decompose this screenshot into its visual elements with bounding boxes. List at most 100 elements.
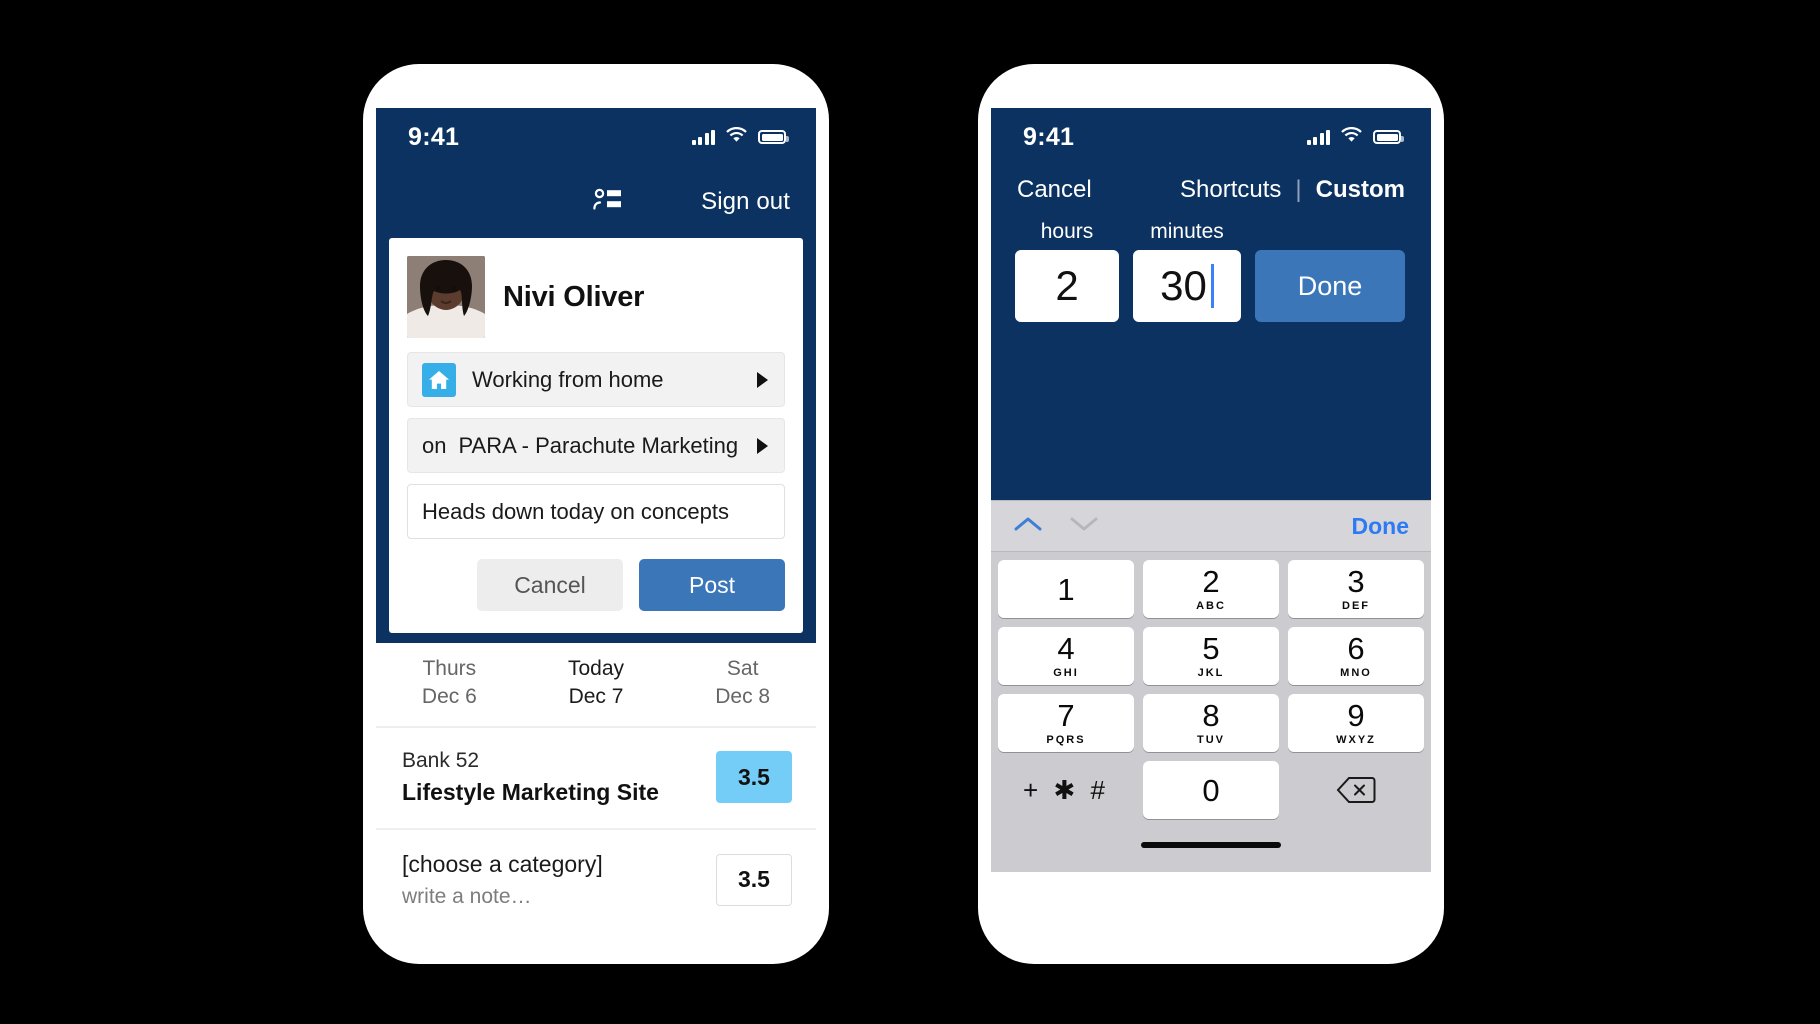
keyboard-accessory-bar: Done: [991, 500, 1431, 552]
compose-container: Nivi Oliver Working from home on PARA - …: [376, 238, 816, 643]
panel-spacer: [991, 322, 1431, 500]
left-status-bar: 9:41: [376, 108, 816, 166]
day-name: Today: [567, 657, 625, 680]
status-field-value: Working from home: [472, 366, 664, 392]
key-number: 5: [1202, 631, 1220, 666]
shortcuts-tab[interactable]: Shortcuts: [1180, 176, 1281, 204]
project-field-value: PARA - Parachute Marketing: [458, 432, 739, 458]
project-field[interactable]: on PARA - Parachute Marketing: [407, 418, 785, 473]
note-field-value: Heads down today on concepts: [422, 498, 729, 524]
right-status-bar: 9:41: [991, 108, 1431, 166]
compose-actions: Cancel Post: [407, 559, 785, 611]
key-letters: GHI: [1053, 667, 1079, 679]
key-letters: DEF: [1342, 600, 1370, 612]
keypad-row: + ✱ # 0: [998, 761, 1424, 819]
entry-list: Bank 52 Lifestyle Marketing Site 3.5 [ch…: [376, 727, 816, 920]
key-letters: TUV: [1197, 734, 1225, 746]
chevron-up-icon[interactable]: [1013, 515, 1043, 538]
key-0[interactable]: 0: [1143, 761, 1279, 819]
sign-out-button[interactable]: Sign out: [701, 188, 790, 216]
cellular-bars-icon: [1306, 129, 1330, 145]
mode-switch: Shortcuts | Custom: [1180, 176, 1405, 204]
compose-card: Nivi Oliver Working from home on PARA - …: [389, 238, 803, 633]
home-indicator: [998, 828, 1424, 862]
key-letters: ABC: [1196, 600, 1226, 612]
day-column-thurs[interactable]: Thurs Dec 6: [376, 655, 523, 712]
left-screen: 9:41 Sign out Nivi Oliver Working from h…: [376, 108, 816, 920]
hours-value: 2: [1055, 262, 1079, 309]
key-5[interactable]: 5 JKL: [1143, 627, 1279, 685]
status-icons: [691, 126, 789, 148]
key-number: 2: [1202, 564, 1220, 599]
key-letters: JKL: [1197, 667, 1225, 679]
list-item[interactable]: Bank 52 Lifestyle Marketing Site 3.5: [376, 728, 816, 831]
key-4[interactable]: 4 GHI: [998, 627, 1134, 685]
key-8[interactable]: 8 TUV: [1143, 694, 1279, 752]
chevron-right-icon: [757, 371, 768, 388]
done-button[interactable]: Done: [1255, 250, 1405, 322]
user-name: Nivi Oliver: [503, 280, 645, 313]
entry-project: Lifestyle Marketing Site: [402, 779, 659, 806]
entry-hours-badge[interactable]: 3.5: [716, 853, 792, 906]
key-3[interactable]: 3 DEF: [1288, 560, 1424, 618]
key-6[interactable]: 6 MNO: [1288, 627, 1424, 685]
day-date: Dec 7: [568, 685, 624, 709]
wifi-icon: [726, 126, 747, 148]
post-button[interactable]: Post: [639, 559, 785, 611]
time-picker-panel: Cancel Shortcuts | Custom hours 2 minute…: [991, 166, 1431, 500]
status-field[interactable]: Working from home: [407, 352, 785, 407]
key-1[interactable]: 1: [998, 560, 1134, 618]
people-list-icon[interactable]: [593, 188, 623, 217]
cellular-bars-icon: [691, 129, 715, 145]
status-icons: [1306, 126, 1404, 148]
key-number: 4: [1057, 631, 1075, 666]
minutes-input[interactable]: 30: [1133, 250, 1241, 322]
text-cursor: [1210, 264, 1214, 308]
key-symbols[interactable]: + ✱ #: [998, 761, 1134, 819]
user-row: Nivi Oliver: [407, 254, 785, 352]
day-date: Dec 8: [715, 685, 771, 709]
keypad-row: 4 GHI 5 JKL 6 MNO: [998, 627, 1424, 685]
keyboard-done-button[interactable]: Done: [1352, 513, 1410, 540]
screenshot-stage: 9:41 Sign out Nivi Oliver Working from h…: [0, 0, 1820, 1024]
key-number: 1: [1057, 571, 1075, 607]
minutes-label: minutes: [1150, 220, 1224, 243]
backspace-icon[interactable]: [1288, 761, 1424, 819]
hours-input[interactable]: 2: [1015, 250, 1119, 322]
entry-hours-badge[interactable]: 3.5: [716, 751, 792, 803]
project-field-prefix: on: [422, 432, 447, 458]
key-letters: PQRS: [1046, 734, 1086, 746]
entry-text: [choose a category] write a note…: [402, 848, 603, 911]
home-indicator-bar: [1141, 842, 1281, 848]
day-name: Thurs: [422, 657, 477, 680]
chevron-right-icon: [757, 437, 768, 454]
cancel-button[interactable]: Cancel: [1017, 176, 1092, 204]
hours-cell: hours 2: [1015, 220, 1119, 322]
phone-left: 9:41 Sign out Nivi Oliver Working from h…: [363, 64, 829, 964]
day-column-today[interactable]: Today Dec 7: [523, 655, 670, 712]
key-number: 0: [1202, 772, 1220, 808]
key-number: 3: [1347, 564, 1365, 599]
battery-icon: [1373, 130, 1404, 144]
entry-category-placeholder: [choose a category]: [402, 851, 603, 878]
key-number: 8: [1202, 698, 1220, 733]
key-9[interactable]: 9 WXYZ: [1288, 694, 1424, 752]
entry-text: Bank 52 Lifestyle Marketing Site: [402, 746, 659, 809]
left-nav-bar: Sign out: [376, 166, 816, 238]
key-2[interactable]: 2 ABC: [1143, 560, 1279, 618]
note-field[interactable]: Heads down today on concepts: [407, 484, 785, 539]
numeric-keypad: 1 2 ABC 3 DEF 4 GHI 5 JKL 6 MNO 7 PQRS 8…: [991, 552, 1431, 872]
list-item[interactable]: [choose a category] write a note… 3.5: [376, 830, 816, 920]
phone-right: 9:41 Cancel Shortcuts | Custom hours 2 m…: [978, 64, 1444, 964]
home-icon: [422, 362, 456, 397]
custom-tab[interactable]: Custom: [1316, 176, 1405, 204]
day-date: Dec 6: [421, 685, 477, 709]
cancel-button[interactable]: Cancel: [477, 559, 623, 611]
key-letters: MNO: [1340, 667, 1372, 679]
key-7[interactable]: 7 PQRS: [998, 694, 1134, 752]
entry-client: Bank 52: [402, 748, 480, 772]
chevron-down-icon: [1069, 515, 1099, 538]
day-column-sat[interactable]: Sat Dec 8: [669, 655, 816, 712]
hours-label: hours: [1040, 220, 1094, 243]
nav-separator: |: [1295, 176, 1302, 203]
